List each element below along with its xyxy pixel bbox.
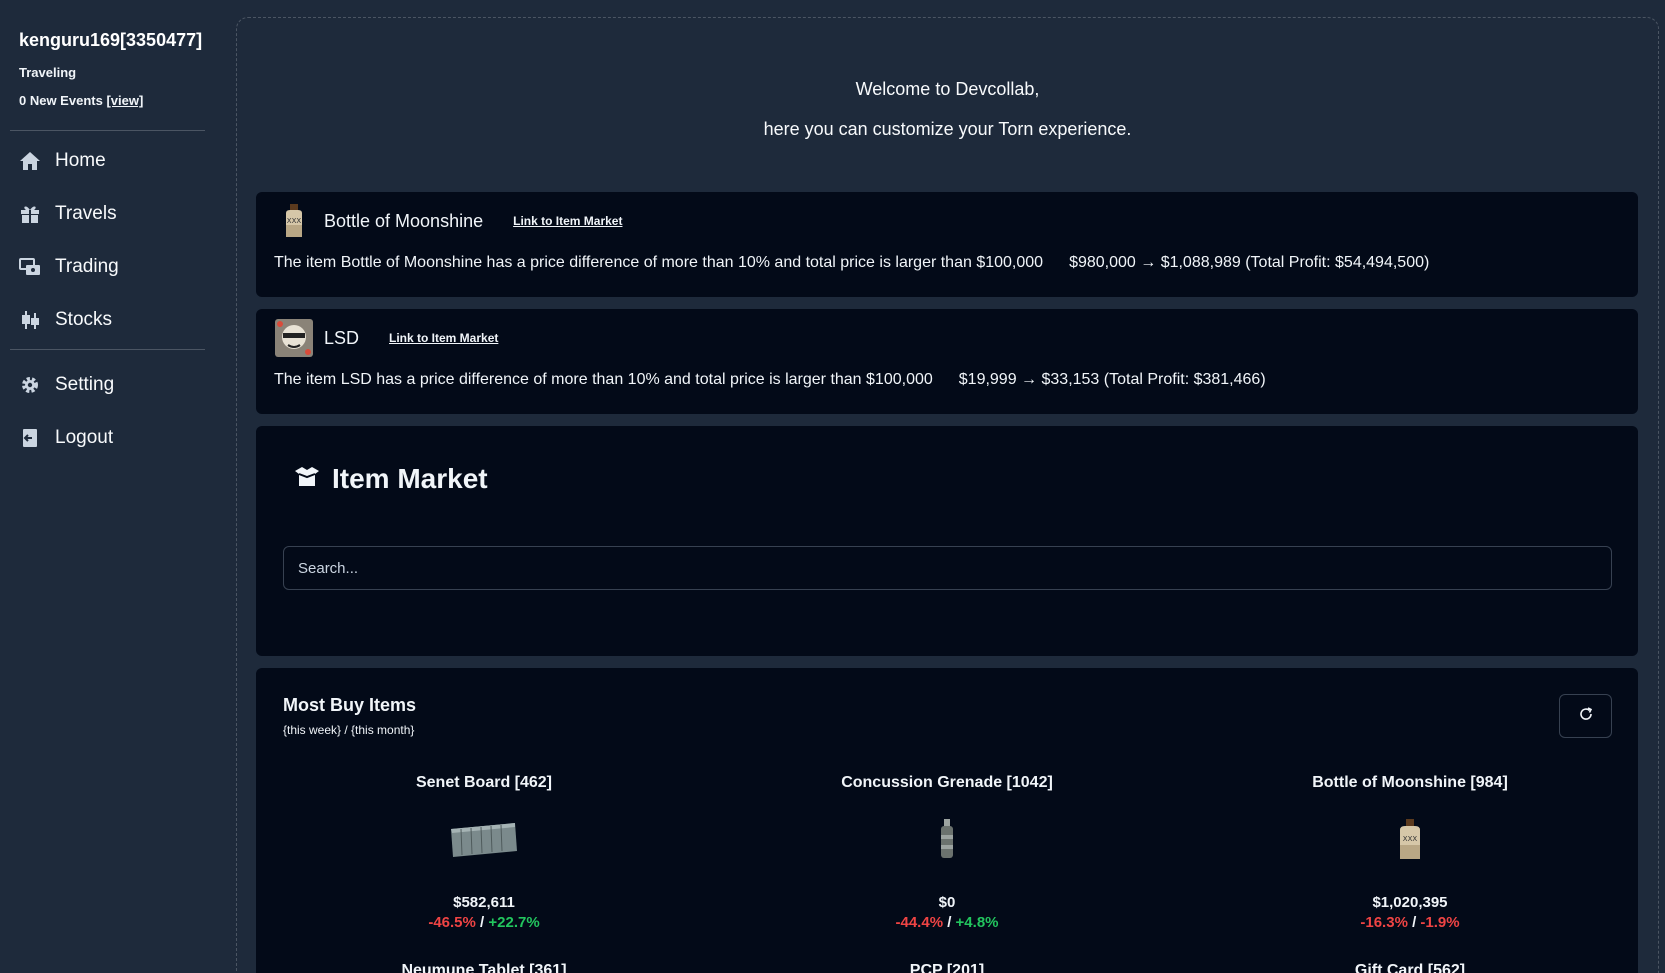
sidebar-item-label: Setting [55, 373, 115, 395]
sidebar: kenguru169[3350477] Traveling 0 New Even… [0, 0, 225, 973]
item-change: -44.4% / +4.8% [737, 914, 1157, 931]
item-price: $582,611 [453, 894, 515, 911]
view-events-link[interactable]: [view] [106, 93, 143, 108]
svg-text:XXX: XXX [287, 217, 302, 225]
item-market-link[interactable]: Link to Item Market [389, 331, 498, 345]
month-change: +22.7% [488, 914, 540, 931]
week-change: -46.5% [428, 914, 476, 931]
item-market-link[interactable]: Link to Item Market [513, 214, 622, 228]
item-name: Bottle of Moonshine [984] [1312, 774, 1508, 791]
gear-icon [19, 374, 41, 396]
main-nav: Home Travels Trading Stocks [0, 134, 225, 346]
user-name: kenguru169[3350477] [19, 30, 203, 50]
price-alert-card: XXX Bottle of Moonshine Link to Item Mar… [256, 192, 1638, 297]
account-nav: Setting Logout [0, 358, 225, 464]
week-change: -44.4% [895, 914, 944, 931]
most-buy-panel: Most Buy Items {this week} / {this month… [256, 668, 1638, 973]
most-buy-item[interactable]: Concussion Grenade [1042] $0 -44.4% / +4… [737, 774, 1157, 931]
user-events: 0 New Events [view] [19, 93, 225, 108]
gift-icon [19, 203, 41, 225]
svg-text:XXX: XXX [1403, 835, 1418, 843]
change-separator: / [480, 914, 485, 931]
logout-icon [19, 427, 41, 449]
sidebar-item-setting[interactable]: Setting [0, 358, 225, 411]
candlestick-icon [19, 309, 41, 331]
alert-item-name: Bottle of Moonshine [324, 210, 484, 231]
welcome-line-2: here you can customize your Torn experie… [763, 119, 1132, 139]
item-change: -46.5% / +22.7% [274, 914, 694, 931]
refresh-button[interactable] [1559, 694, 1612, 738]
section-title: Most Buy Items [283, 695, 417, 715]
change-separator: / [947, 914, 952, 931]
item-price: $1,020,395 [1372, 894, 1448, 911]
sidebar-item-stocks[interactable]: Stocks [0, 293, 225, 346]
most-buy-item[interactable]: Senet Board [462] $582,611 -46.5% / +22.… [274, 774, 694, 931]
sidebar-divider [10, 130, 205, 131]
moonshine-bottle-icon: XXX [1200, 816, 1620, 862]
alert-body: The item Bottle of Moonshine has a price… [256, 254, 1638, 272]
item-name: Senet Board [462] [415, 774, 553, 791]
welcome-message: Welcome to Devcollab, here you can custo… [237, 79, 1658, 140]
grenade-icon [737, 816, 1157, 862]
change-separator: / [1412, 914, 1417, 931]
welcome-line-1: Welcome to Devcollab, [855, 79, 1040, 99]
senet-board-icon [274, 816, 694, 862]
item-name: Neumune Tablet [361] [401, 962, 567, 973]
alert-body: The item LSD has a price difference of m… [256, 371, 1638, 389]
lsd-icon [274, 318, 314, 358]
item-change: -16.3% / -1.9% [1200, 914, 1620, 931]
page-title: Item Market [332, 463, 488, 494]
search-input[interactable] [283, 546, 1612, 590]
sidebar-item-logout[interactable]: Logout [0, 411, 225, 464]
item-price: $0 [938, 894, 956, 911]
moonshine-bottle-icon: XXX [274, 201, 314, 241]
sidebar-item-label: Home [55, 149, 106, 171]
refresh-icon [1578, 706, 1594, 727]
alert-item-name: LSD [324, 327, 360, 348]
item-name: Concussion Grenade [1042] [841, 774, 1053, 791]
sidebar-item-home[interactable]: Home [0, 134, 225, 187]
alert-message: The item LSD has a price difference of m… [274, 371, 933, 388]
item-name: PCP [201] [909, 962, 985, 973]
sidebar-item-label: Logout [55, 426, 114, 448]
box-open-icon [294, 463, 320, 495]
item-market-panel: Item Market [256, 426, 1638, 656]
sidebar-item-label: Stocks [55, 308, 113, 330]
sidebar-item-travels[interactable]: Travels [0, 187, 225, 240]
month-change: -1.9% [1420, 914, 1460, 931]
item-name: Gift Card [562] [1354, 962, 1466, 973]
alert-price: $980,000 → $1,088,989 (Total Profit: $54… [1069, 254, 1430, 271]
alert-message: The item Bottle of Moonshine has a price… [274, 254, 1044, 271]
money-exchange-icon [19, 256, 41, 278]
month-change: +4.8% [955, 914, 999, 931]
events-count: 0 New Events [19, 93, 107, 108]
sidebar-item-label: Travels [55, 202, 117, 224]
alert-price: $19,999 → $33,153 (Total Profit: $381,46… [958, 371, 1266, 388]
user-status: Traveling [19, 65, 77, 80]
sidebar-item-trading[interactable]: Trading [0, 240, 225, 293]
sidebar-item-label: Trading [55, 255, 119, 277]
most-buy-item[interactable]: Bottle of Moonshine [984] XXX $1,020,395… [1200, 774, 1620, 931]
home-icon [19, 150, 41, 172]
section-subtitle: {this week} / {this month} [283, 723, 415, 737]
price-alert-card: LSD Link to Item Market The item LSD has… [256, 309, 1638, 414]
sidebar-divider [10, 349, 205, 350]
week-change: -16.3% [1360, 914, 1408, 931]
item-market-title: Item Market [294, 463, 488, 495]
main-content: Welcome to Devcollab, here you can custo… [236, 17, 1659, 973]
